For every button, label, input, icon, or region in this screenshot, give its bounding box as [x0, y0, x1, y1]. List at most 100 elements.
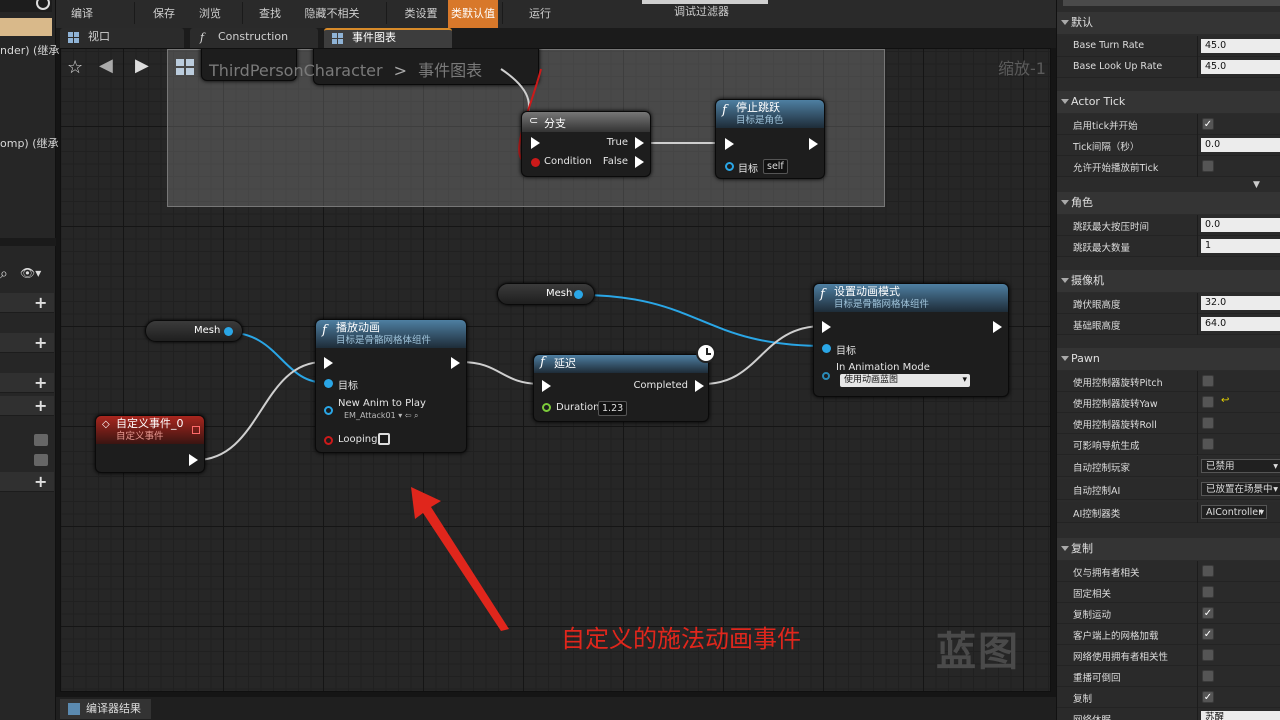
breadcrumb-graph[interactable]: 事件图表: [418, 61, 482, 80]
mesh-variable-node[interactable]: Mesh: [497, 283, 595, 305]
save-button[interactable]: 保存: [142, 0, 186, 28]
exec-in-pin[interactable]: [822, 321, 831, 333]
self-value[interactable]: self: [763, 159, 788, 174]
mode-pin[interactable]: [822, 372, 830, 380]
exec-in-pin[interactable]: [542, 380, 551, 392]
prop-value-input[interactable]: 苏醒: [1201, 711, 1280, 720]
play-animation-node[interactable]: f 播放动画 目标是骨骼网格体组件 目标 New Anim to Play EM…: [315, 319, 467, 453]
custom-event-node[interactable]: ◇ 自定义事件_0 自定义事件: [95, 415, 205, 473]
target-pin[interactable]: [324, 379, 333, 388]
category-character[interactable]: 角色: [1057, 192, 1280, 214]
run-button[interactable]: 运行: [512, 0, 568, 28]
details-search-input[interactable]: [1063, 0, 1280, 6]
compile-button[interactable]: 编译: [56, 0, 108, 28]
checkbox[interactable]: [1202, 670, 1214, 682]
checkbox-checked[interactable]: ✓: [1202, 118, 1214, 130]
checkbox[interactable]: [1202, 417, 1214, 429]
prop-value-input[interactable]: 64.0: [1201, 317, 1280, 331]
exec-out-pin[interactable]: [451, 357, 460, 369]
tab-event-graph[interactable]: 事件图表: [324, 28, 452, 48]
ai-controller-dropdown[interactable]: AIController ▾: [1201, 505, 1267, 519]
target-pin[interactable]: [822, 344, 831, 353]
class-defaults-button[interactable]: 类默认值: [448, 0, 498, 28]
section-row[interactable]: +: [0, 333, 54, 353]
breadcrumb-class[interactable]: ThirdPersonCharacter: [209, 61, 383, 80]
anim-pin[interactable]: [324, 406, 333, 415]
section-row[interactable]: +: [0, 373, 54, 393]
checkbox[interactable]: [1202, 438, 1214, 450]
condition-pin[interactable]: [531, 158, 540, 167]
auto-possess-ai-dropdown[interactable]: 已放置在场景中 ▾: [1201, 482, 1280, 496]
hide-unrelated-button[interactable]: 隐藏不相关: [292, 0, 372, 28]
target-pin[interactable]: [725, 162, 734, 171]
mesh-out-pin[interactable]: [574, 290, 583, 299]
checkbox[interactable]: [1202, 396, 1214, 408]
event-graph-canvas[interactable]: ☆ ◀ ▶ ThirdPersonCharacter > 事件图表 缩放-1 ⊂…: [60, 48, 1051, 692]
delegate-pin[interactable]: [192, 426, 200, 434]
tab-construction-script[interactable]: f Construction Scrip: [190, 28, 318, 61]
mesh-out-pin[interactable]: [224, 327, 233, 336]
component-item[interactable]: nder) (继承: [0, 42, 59, 58]
category-camera[interactable]: 摄像机: [1057, 270, 1280, 292]
prop-value-input[interactable]: 1: [1201, 239, 1280, 253]
branch-node[interactable]: ⊂ 分支 True Condition False: [521, 111, 651, 177]
exec-out-pin[interactable]: [993, 321, 1002, 333]
category-pawn[interactable]: Pawn: [1057, 348, 1280, 370]
section-row[interactable]: +: [0, 293, 54, 313]
exec-out-pin[interactable]: [635, 137, 644, 149]
star-icon[interactable]: ☆: [67, 57, 83, 78]
duration-pin[interactable]: [542, 403, 551, 412]
animation-mode-dropdown[interactable]: 使用动画蓝图 ▾: [840, 374, 970, 387]
exec-in-pin[interactable]: [531, 137, 540, 149]
checkbox-checked[interactable]: ✓: [1202, 691, 1214, 703]
tab-compiler-results[interactable]: 编译器结果: [60, 699, 151, 719]
forward-arrow-icon[interactable]: ▶: [135, 55, 149, 76]
prop-value-input[interactable]: 0.0: [1201, 138, 1280, 152]
eye-icon[interactable]: 👁▾: [20, 266, 41, 280]
exec-out-pin[interactable]: [189, 454, 198, 466]
prop-value-input[interactable]: 0.0: [1201, 218, 1280, 232]
mesh-variable-node[interactable]: Mesh: [145, 320, 243, 342]
add-icon[interactable]: +: [34, 375, 47, 391]
component-item[interactable]: omp) (继承: [0, 135, 59, 151]
checkbox[interactable]: [1202, 160, 1214, 172]
search-icon[interactable]: ⌕: [0, 266, 8, 282]
exec-in-pin[interactable]: [324, 357, 333, 369]
browse-button[interactable]: 浏览: [186, 0, 234, 28]
add-icon[interactable]: +: [34, 398, 47, 414]
delay-node[interactable]: f 延迟 Completed Duration 1.23: [533, 343, 716, 422]
checkbox[interactable]: [1202, 586, 1214, 598]
exec-out-pin[interactable]: [809, 138, 818, 150]
section-row[interactable]: +: [0, 472, 54, 492]
exec-out-pin[interactable]: [635, 156, 644, 168]
class-settings-button[interactable]: 类设置: [396, 0, 446, 28]
looping-checkbox[interactable]: [378, 433, 390, 445]
add-icon[interactable]: +: [34, 335, 47, 351]
set-animation-mode-node[interactable]: f 设置动画模式 目标是骨骼网格体组件 目标 In Animation Mode…: [813, 283, 1009, 397]
prop-value-input[interactable]: 45.0: [1201, 39, 1280, 53]
auto-possess-player-dropdown[interactable]: 已禁用 ▾: [1201, 459, 1280, 473]
prop-value-input[interactable]: 32.0: [1201, 296, 1280, 310]
category-default[interactable]: 默认: [1057, 12, 1280, 34]
checkbox[interactable]: [1202, 649, 1214, 661]
section-row[interactable]: +: [0, 396, 54, 416]
prop-value-input[interactable]: 45.0: [1201, 60, 1280, 74]
expand-arrow-icon[interactable]: ▼: [1253, 180, 1260, 190]
checkbox-checked[interactable]: ✓: [1202, 607, 1214, 619]
category-actor-tick[interactable]: Actor Tick: [1057, 91, 1280, 113]
back-arrow-icon[interactable]: ◀: [99, 55, 113, 76]
add-icon[interactable]: +: [34, 474, 47, 490]
duration-value[interactable]: 1.23: [598, 401, 628, 416]
checkbox[interactable]: [1202, 375, 1214, 387]
add-icon[interactable]: +: [34, 295, 47, 311]
looping-pin[interactable]: [324, 436, 333, 445]
checkbox[interactable]: [1202, 565, 1214, 577]
category-replication[interactable]: 复制: [1057, 538, 1280, 560]
reset-arrow-icon[interactable]: ↩: [1221, 395, 1229, 406]
exec-out-pin[interactable]: [695, 380, 704, 392]
exec-in-pin[interactable]: [725, 138, 734, 150]
tab-viewport[interactable]: 视口: [60, 28, 184, 48]
selected-component-row[interactable]: [0, 18, 52, 36]
anim-asset-dropdown[interactable]: EM_Attack01 ▾ ⇦ ⌕: [344, 411, 419, 421]
stop-jumping-node[interactable]: f 停止跳跃 目标是角色 目标 self: [715, 99, 825, 179]
